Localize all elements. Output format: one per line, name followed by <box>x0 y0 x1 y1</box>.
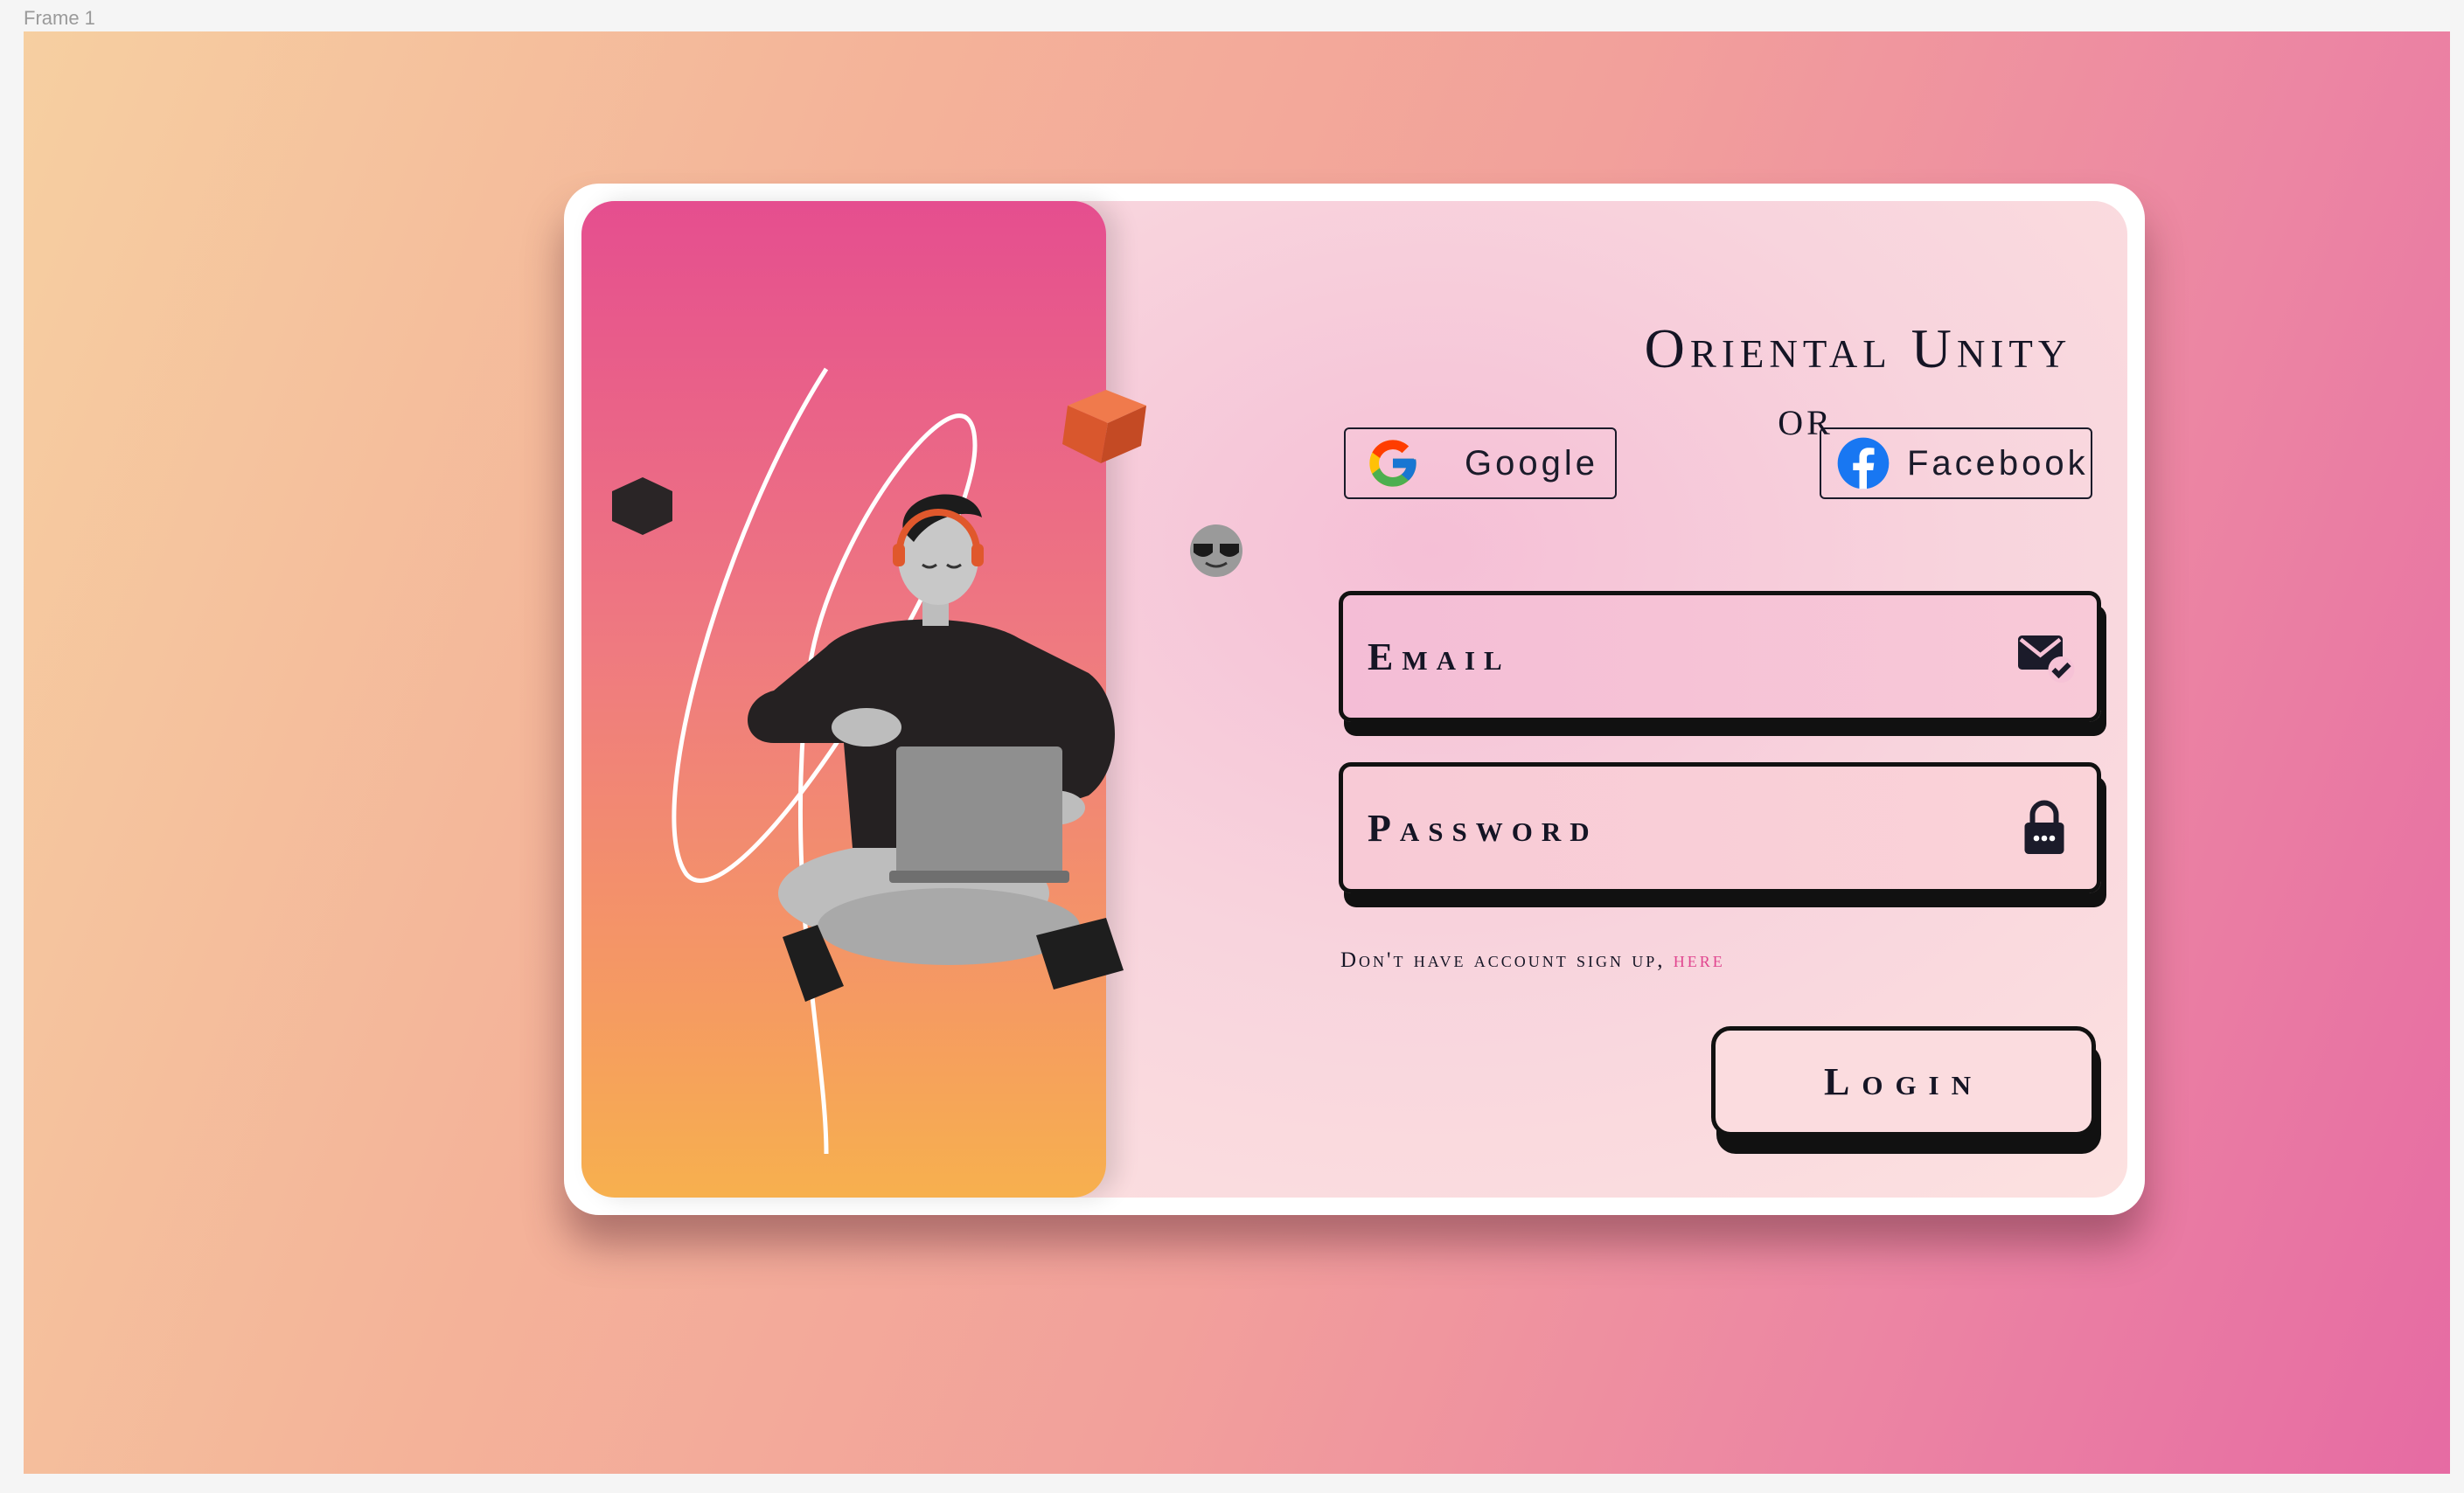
frame-label: Frame 1 <box>24 7 95 29</box>
signup-prompt-text: Don't have account sign up, <box>1340 948 1674 972</box>
email-field[interactable]: Email <box>1339 591 2101 722</box>
login-button-label: Login <box>1823 1059 1984 1103</box>
signup-prompt: Don't have account sign up, here <box>1340 948 1725 973</box>
signup-link[interactable]: here <box>1674 948 1725 972</box>
google-button-label: Google <box>1465 443 1598 483</box>
facebook-button-label: Facebook <box>1907 443 2089 483</box>
or-divider: OR <box>1778 403 1834 442</box>
password-field[interactable]: Password <box>1339 762 2101 893</box>
cube-shape <box>1062 390 1146 463</box>
sunglasses-emoji-icon <box>1190 524 1242 577</box>
facebook-f-icon <box>1835 435 1891 491</box>
character-hand-left <box>832 708 901 746</box>
login-card: Oriental Unity Google Facebook OR Email … <box>564 184 2145 1215</box>
mail-check-icon <box>2013 625 2076 688</box>
brand-title: Oriental Unity <box>1644 317 2072 379</box>
hexagon-shape <box>612 477 672 535</box>
google-g-icon <box>1365 435 1421 491</box>
email-placeholder: Email <box>1368 635 1511 678</box>
laptop-icon <box>896 746 1062 878</box>
login-button[interactable]: Login <box>1711 1026 2096 1136</box>
character-illustration <box>612 367 1242 1155</box>
lock-icon <box>2013 796 2076 859</box>
password-placeholder: Password <box>1368 806 1598 850</box>
artboard-frame: Oriental Unity Google Facebook OR Email … <box>24 31 2450 1474</box>
